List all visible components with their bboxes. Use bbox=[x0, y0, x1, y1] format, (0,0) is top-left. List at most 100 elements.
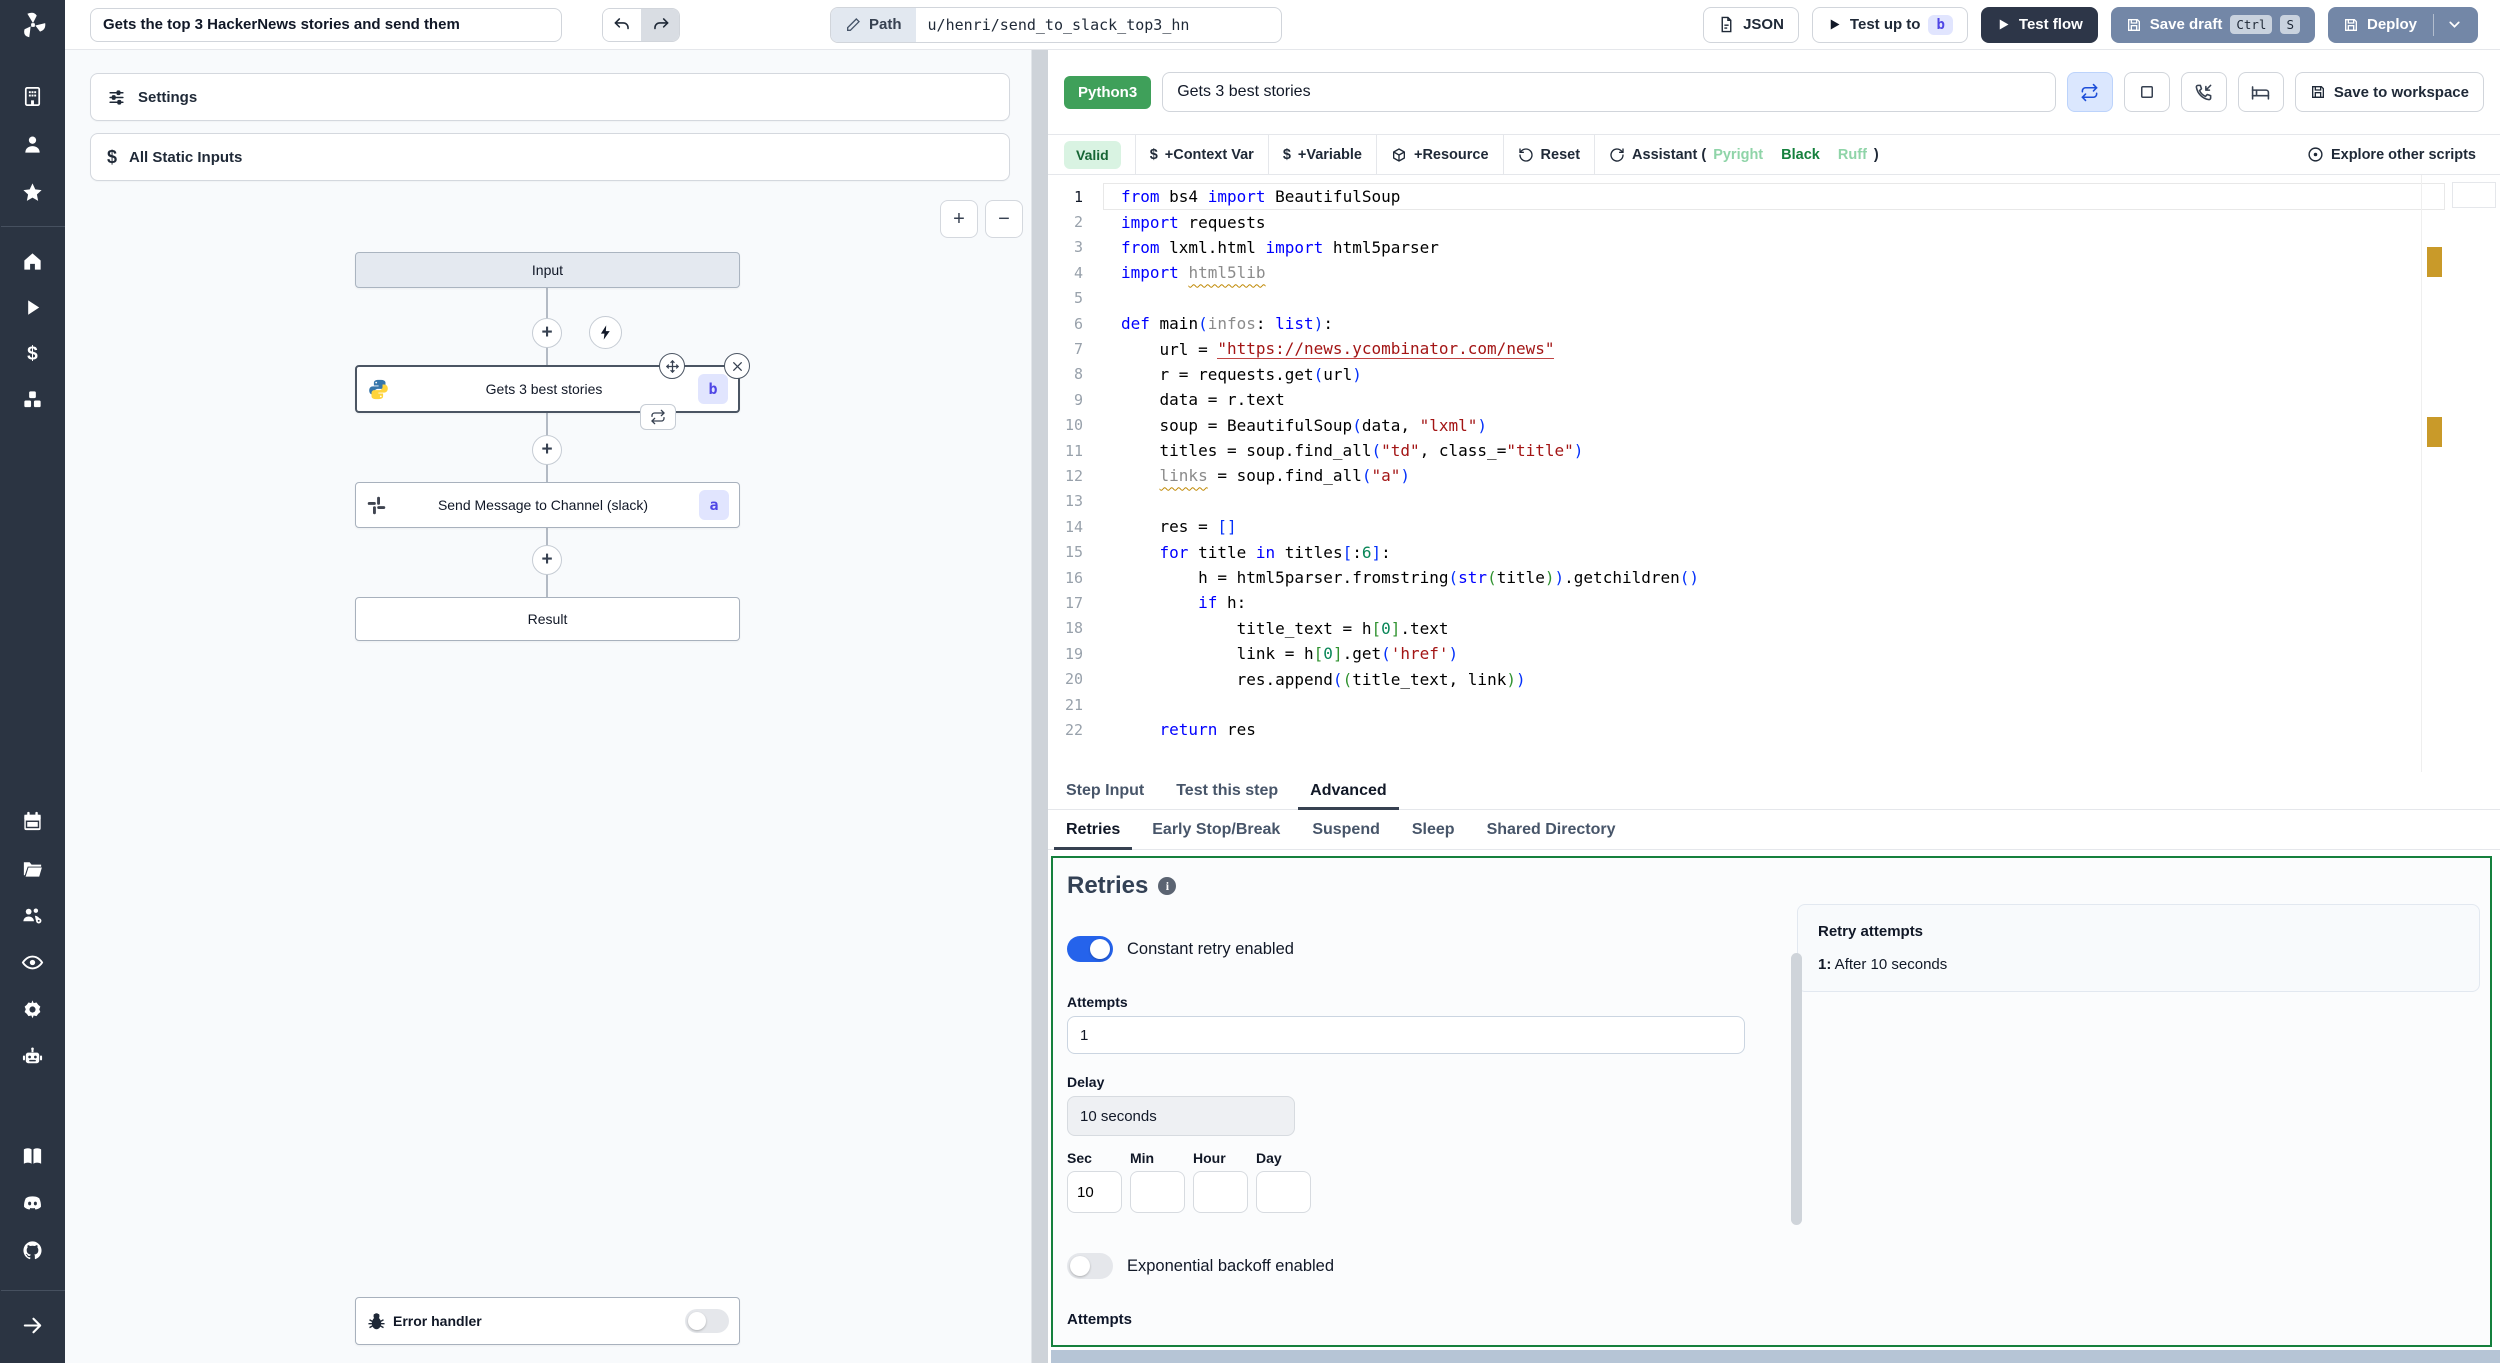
code-line[interactable]: 9 data = r.text bbox=[1048, 387, 2444, 412]
test-flow-button[interactable]: Test flow bbox=[1980, 6, 2098, 43]
subtab-retries[interactable]: Retries bbox=[1050, 810, 1136, 850]
panel-resizer[interactable] bbox=[1032, 50, 1048, 1363]
variables-dollar-icon[interactable]: $ bbox=[13, 333, 53, 373]
exponential-backoff-toggle[interactable] bbox=[1067, 1253, 1113, 1279]
reset-button[interactable]: Reset bbox=[1518, 147, 1580, 163]
subtab-early-stop-break[interactable]: Early Stop/Break bbox=[1136, 810, 1296, 849]
settings-gear-icon[interactable] bbox=[13, 989, 53, 1029]
code-line[interactable]: 17 if h: bbox=[1048, 590, 2444, 615]
add-resource-button[interactable]: +Resource bbox=[1391, 147, 1489, 163]
workers-robot-icon[interactable] bbox=[13, 1036, 53, 1076]
error-handler-node[interactable]: Error handler bbox=[355, 1297, 740, 1345]
time-field-input-min[interactable] bbox=[1130, 1171, 1185, 1213]
deploy-button[interactable]: Deploy bbox=[2327, 6, 2478, 43]
add-context-var-button[interactable]: $ +Context Var bbox=[1150, 147, 1254, 163]
test-up-to-button[interactable]: Test up to b bbox=[1811, 6, 1968, 43]
add-variable-button[interactable]: $ +Variable bbox=[1283, 147, 1362, 163]
audit-eye-icon[interactable] bbox=[13, 942, 53, 982]
code-line[interactable]: 14 res = [] bbox=[1048, 514, 2444, 539]
flow-settings-button[interactable]: Settings bbox=[90, 73, 1010, 121]
explore-other-scripts-button[interactable]: Explore other scripts bbox=[2307, 146, 2476, 163]
deploy-dropdown-chevron-icon[interactable] bbox=[2446, 16, 2463, 33]
sleep-bed-button[interactable] bbox=[2237, 72, 2284, 112]
assistant-button[interactable]: Assistant (Pyright Black Ruff) bbox=[1609, 147, 1879, 163]
code-line[interactable]: 20 res.append((title_text, link)) bbox=[1048, 666, 2444, 691]
docs-book-icon[interactable] bbox=[13, 1136, 53, 1176]
delay-input[interactable] bbox=[1067, 1096, 1295, 1136]
code-line[interactable]: 18 title_text = h[0] .text bbox=[1048, 616, 2444, 641]
zoom-in-button[interactable]: + bbox=[940, 200, 978, 238]
add-step-button[interactable]: + bbox=[532, 318, 562, 348]
suspend-button[interactable] bbox=[2180, 72, 2227, 112]
tab-advanced[interactable]: Advanced bbox=[1294, 772, 1402, 810]
info-icon[interactable]: i bbox=[1158, 877, 1177, 895]
tab-step-input[interactable]: Step Input bbox=[1050, 772, 1160, 809]
error-handler-toggle[interactable] bbox=[685, 1309, 729, 1333]
add-step-button[interactable]: + bbox=[532, 545, 562, 575]
code-line[interactable]: 2 import requests bbox=[1048, 209, 2444, 234]
workspace-building-icon[interactable] bbox=[13, 76, 53, 116]
flow-node-step-a[interactable]: Send Message to Channel (slack) a bbox=[355, 482, 740, 528]
user-icon[interactable] bbox=[13, 124, 53, 164]
favorites-star-icon[interactable] bbox=[13, 172, 53, 212]
code-line[interactable]: 12 links = soup.find_all("a") bbox=[1048, 463, 2444, 488]
path-field[interactable]: Path u/henri/send_to_slack_top3_hn bbox=[830, 6, 1282, 43]
time-field-input-hour[interactable] bbox=[1193, 1171, 1248, 1213]
code-line[interactable]: 7 url = "https://news.ycombinator.com/ne… bbox=[1048, 336, 2444, 361]
code-line[interactable]: 3 from lxml.html import html5parser bbox=[1048, 235, 2444, 260]
github-icon[interactable] bbox=[13, 1230, 53, 1270]
code-line[interactable]: 21 bbox=[1048, 692, 2444, 717]
windmill-logo-icon[interactable] bbox=[0, 0, 65, 50]
horizontal-scrollbar[interactable] bbox=[1051, 1350, 2500, 1363]
json-button[interactable]: JSON bbox=[1703, 6, 1799, 43]
code-line[interactable]: 16 h = html5parser.fromstring(str(title)… bbox=[1048, 565, 2444, 590]
early-stop-button[interactable] bbox=[2123, 72, 2170, 112]
home-icon[interactable] bbox=[13, 241, 53, 281]
code-editor[interactable]: 1 from bs4 import BeautifulSoup 2 import re… bbox=[1048, 175, 2500, 772]
add-step-button[interactable]: + bbox=[532, 435, 562, 465]
code-line[interactable]: 6 def main(infos: list): bbox=[1048, 311, 2444, 336]
schedules-calendar-icon[interactable] bbox=[13, 801, 53, 841]
runs-play-icon[interactable] bbox=[13, 287, 53, 327]
groups-users-icon[interactable] bbox=[13, 895, 53, 935]
discord-icon[interactable] bbox=[13, 1183, 53, 1223]
attempts-input[interactable] bbox=[1067, 1016, 1745, 1054]
code-line[interactable]: 10 soup = BeautifulSoup(data, "lxml") bbox=[1048, 413, 2444, 438]
subtab-shared-directory[interactable]: Shared Directory bbox=[1471, 810, 1632, 849]
flow-node-result[interactable]: Result bbox=[355, 597, 740, 641]
code-line[interactable]: 22 return res bbox=[1048, 717, 2444, 742]
time-field-input-day[interactable] bbox=[1256, 1171, 1311, 1213]
code-line[interactable]: 8 r = requests.get(url) bbox=[1048, 362, 2444, 387]
expand-arrow-icon[interactable] bbox=[13, 1305, 53, 1345]
resources-cubes-icon[interactable] bbox=[13, 379, 53, 419]
step-name-input[interactable] bbox=[1162, 72, 2056, 112]
flow-node-input[interactable]: Input bbox=[355, 252, 740, 288]
move-step-button[interactable] bbox=[659, 353, 685, 379]
subtab-sleep[interactable]: Sleep bbox=[1396, 810, 1471, 849]
all-static-inputs-button[interactable]: $ All Static Inputs bbox=[90, 133, 1010, 181]
delete-step-button[interactable] bbox=[724, 353, 750, 379]
retry-indicator-chip[interactable] bbox=[640, 404, 676, 430]
constant-retry-toggle[interactable] bbox=[1067, 936, 1113, 962]
flow-title-input[interactable] bbox=[90, 7, 562, 42]
trigger-bolt-button[interactable] bbox=[589, 316, 622, 349]
code-line[interactable]: 15 for title in titles[:6]: bbox=[1048, 539, 2444, 564]
time-field-input-sec[interactable] bbox=[1067, 1171, 1122, 1213]
retries-toggle-button[interactable] bbox=[2066, 72, 2113, 112]
redo-button[interactable] bbox=[641, 8, 679, 41]
tab-test-this-step[interactable]: Test this step bbox=[1160, 772, 1294, 809]
undo-button[interactable] bbox=[603, 8, 641, 41]
retries-scrollbar[interactable] bbox=[1791, 953, 1802, 1225]
save-to-workspace-button[interactable]: Save to workspace bbox=[2294, 72, 2484, 112]
subtab-suspend[interactable]: Suspend bbox=[1296, 810, 1396, 849]
code-line[interactable]: 5 bbox=[1048, 286, 2444, 311]
code-line[interactable]: 11 titles = soup.find_all("td", class_= "… bbox=[1048, 438, 2444, 463]
save-draft-button[interactable]: Save draft Ctrl S bbox=[2110, 6, 2315, 43]
minimap-slider[interactable] bbox=[2452, 182, 2496, 208]
code-line[interactable]: 13 bbox=[1048, 489, 2444, 514]
folders-icon[interactable] bbox=[13, 848, 53, 888]
code-line[interactable]: 4 import html5lib bbox=[1048, 260, 2444, 285]
code-line[interactable]: 19 link = h[0] .get('href') bbox=[1048, 641, 2444, 666]
zoom-out-button[interactable]: − bbox=[985, 200, 1023, 238]
code-line[interactable]: 1 from bs4 import BeautifulSoup bbox=[1048, 182, 2445, 211]
